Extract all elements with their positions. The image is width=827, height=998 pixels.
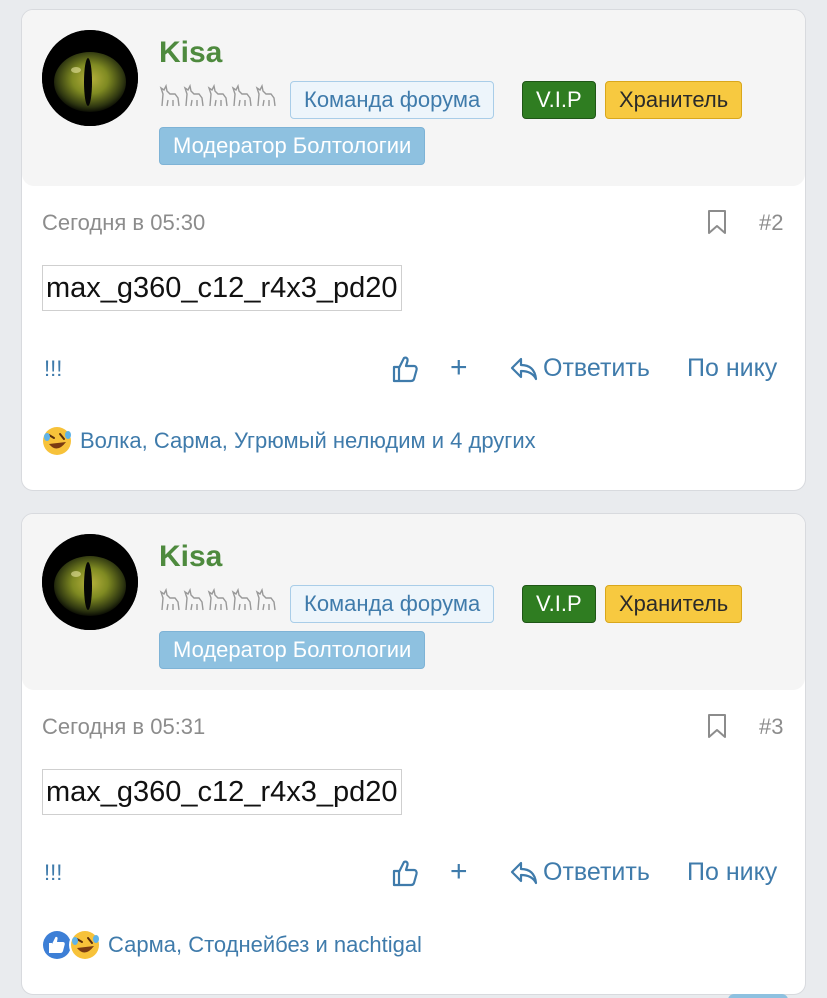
- cat-rank-icon: [159, 587, 180, 611]
- author-block: Kisa Команда форума V.I.P Хранитель Моде…: [22, 514, 805, 690]
- post-content: max_g360_c12_r4x3_pd20: [42, 265, 402, 311]
- post-signature: !!!: [44, 860, 63, 885]
- post-number[interactable]: #3: [759, 714, 783, 740]
- like-icon[interactable]: [391, 354, 419, 384]
- reply-label: Ответить: [543, 354, 650, 382]
- cat-rank-icon: [255, 83, 276, 107]
- post-date[interactable]: Сегодня в 05:30: [42, 210, 205, 236]
- reply-label: Ответить: [543, 858, 650, 886]
- moderator-badge: Модератор Болтологии: [159, 127, 426, 165]
- reactions-users: Сарма, Стоднейбез и nachtigal: [108, 932, 422, 957]
- reply-button[interactable]: Ответить: [509, 858, 650, 887]
- author-block: Kisa Команда форума V.I.P Хранитель Моде…: [22, 10, 805, 186]
- post-signature: !!!: [44, 356, 63, 381]
- plus-button[interactable]: +: [450, 854, 468, 890]
- keeper-badge: Хранитель: [605, 585, 743, 623]
- cat-rank-icon: [255, 587, 276, 611]
- cat-rank-icon: [207, 83, 228, 107]
- vip-badge: V.I.P: [522, 81, 596, 119]
- cat-rank-icon: [231, 587, 252, 611]
- rank-icons: [159, 586, 277, 612]
- avatar[interactable]: [42, 30, 138, 126]
- cat-rank-icon: [231, 83, 252, 107]
- post-number[interactable]: #2: [759, 210, 783, 236]
- by-nick-button[interactable]: По нику: [687, 858, 777, 887]
- cat-rank-icon: [159, 83, 180, 107]
- rank-icons: [159, 82, 277, 108]
- post-content: max_g360_c12_r4x3_pd20: [42, 769, 402, 815]
- reactions-bar[interactable]: Волка, Сарма, Угрюмый нелюдим и 4 других: [40, 424, 536, 458]
- post-card: Kisa Команда форума V.I.P Хранитель Моде…: [21, 513, 806, 995]
- reply-icon: [510, 357, 538, 380]
- rofl-emoji-icon: [69, 929, 101, 961]
- next-post-edge: [728, 994, 788, 998]
- like-icon[interactable]: [391, 858, 419, 888]
- post-date[interactable]: Сегодня в 05:31: [42, 714, 205, 740]
- rofl-emoji-icon: [41, 425, 73, 457]
- bookmark-icon[interactable]: [706, 713, 728, 739]
- reply-icon: [510, 861, 538, 884]
- vip-badge: V.I.P: [522, 585, 596, 623]
- team-badge: Команда форума: [290, 585, 495, 623]
- reply-button[interactable]: Ответить: [509, 354, 650, 383]
- post-card: Kisa Команда форума V.I.P Хранитель Моде…: [21, 9, 806, 491]
- cat-rank-icon: [183, 83, 204, 107]
- reactions-bar[interactable]: Сарма, Стоднейбез и nachtigal: [40, 928, 422, 962]
- bookmark-icon[interactable]: [706, 209, 728, 235]
- keeper-badge: Хранитель: [605, 81, 743, 119]
- team-badge: Команда форума: [290, 81, 495, 119]
- plus-button[interactable]: +: [450, 350, 468, 386]
- thread-page: Kisa Команда форума V.I.P Хранитель Моде…: [0, 0, 827, 998]
- cat-rank-icon: [207, 587, 228, 611]
- reactions-users: Волка, Сарма, Угрюмый нелюдим и 4 других: [80, 428, 536, 453]
- moderator-badge: Модератор Болтологии: [159, 631, 426, 669]
- avatar[interactable]: [42, 534, 138, 630]
- cat-rank-icon: [183, 587, 204, 611]
- username[interactable]: Kisa: [159, 36, 222, 70]
- username[interactable]: Kisa: [159, 540, 222, 574]
- by-nick-button[interactable]: По нику: [687, 354, 777, 383]
